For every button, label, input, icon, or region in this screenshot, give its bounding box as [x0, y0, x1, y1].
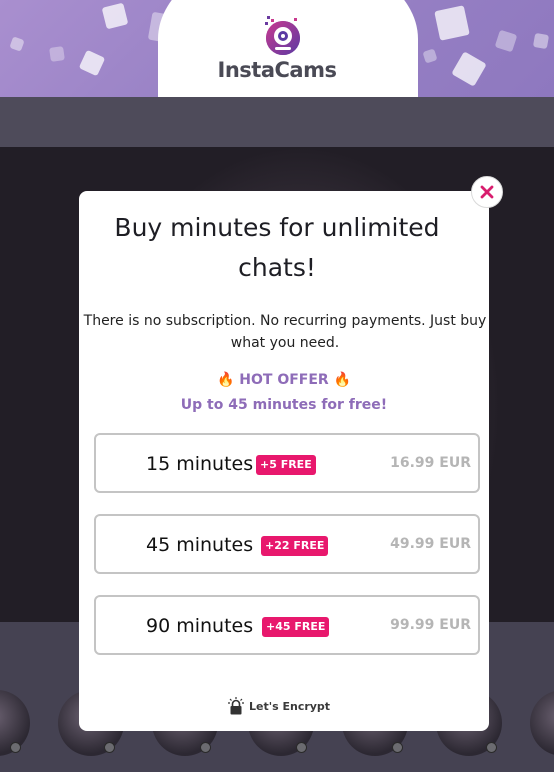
lock-icon	[228, 697, 244, 715]
close-icon	[480, 185, 494, 199]
hot-offer-text: HOT OFFER	[239, 372, 329, 388]
modal-title: Buy minutes for unlimited chats!	[0, 208, 554, 288]
free-minutes-badge: +45 FREE	[262, 617, 330, 637]
confetti-shape	[101, 2, 129, 30]
status-dot	[10, 742, 21, 753]
modal-title-line: chats!	[238, 253, 316, 282]
sub-navigation-bar	[0, 97, 554, 147]
brand-name[interactable]: InstaCams	[0, 58, 554, 82]
promo-text: Up to 45 minutes for free!	[180, 397, 388, 413]
free-minutes-badge: +5 FREE	[256, 455, 316, 475]
security-text: Let's Encrypt	[249, 699, 331, 713]
status-dot	[200, 742, 211, 753]
package-option-90[interactable]: 90 minutes +45 FREE 99.99 EUR	[94, 595, 480, 655]
package-minutes: 15 minutes	[146, 453, 254, 475]
close-button[interactable]	[471, 176, 503, 208]
package-minutes: 90 minutes	[146, 615, 254, 637]
package-price: 99.99 EUR	[390, 617, 471, 633]
package-minutes: 45 minutes	[146, 534, 254, 556]
webcam-icon	[265, 16, 300, 55]
confetti-shape	[434, 5, 470, 41]
confetti-shape	[9, 36, 25, 52]
app-root: InstaCams Buy minutes for unlimited chat…	[0, 0, 554, 772]
header: InstaCams	[0, 0, 554, 97]
hot-offer-label: 🔥 HOT OFFER 🔥	[0, 372, 554, 388]
package-price: 16.99 EUR	[390, 455, 471, 471]
modal-title-line: Buy minutes for unlimited	[114, 213, 440, 242]
modal-subtitle: There is no subscription. No recurring p…	[83, 313, 487, 351]
status-dot	[104, 742, 115, 753]
package-price: 49.99 EUR	[390, 536, 471, 552]
free-minutes-badge: +22 FREE	[261, 536, 329, 556]
status-dot	[392, 742, 403, 753]
status-dot	[296, 742, 307, 753]
package-option-15[interactable]: 15 minutes +5 FREE 16.99 EUR	[94, 433, 480, 493]
security-badge: Let's Encrypt	[228, 694, 330, 718]
package-option-45[interactable]: 45 minutes +22 FREE 49.99 EUR	[94, 514, 480, 574]
confetti-shape	[494, 29, 518, 53]
fire-icon: 🔥	[216, 372, 235, 388]
confetti-shape	[532, 32, 550, 50]
fire-icon: 🔥	[333, 372, 352, 388]
status-dot	[486, 742, 497, 753]
